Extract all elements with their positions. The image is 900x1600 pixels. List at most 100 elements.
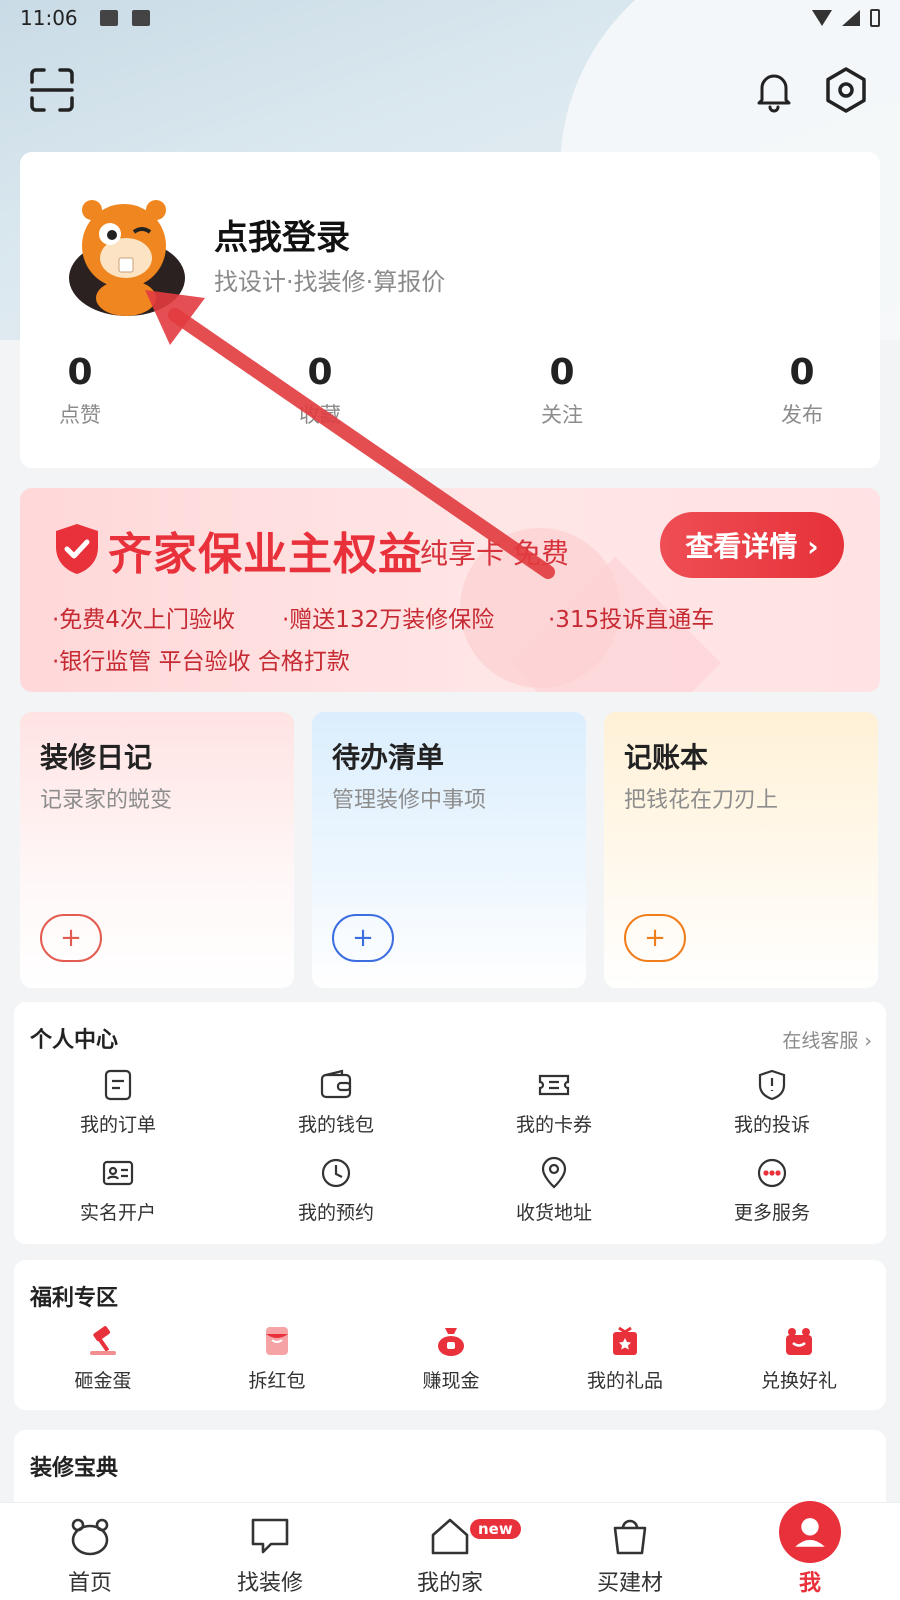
promo-subtitle: 纯享卡 免费 bbox=[420, 537, 569, 570]
profile-card: 点我登录 找设计·找装修·算报价 0 点赞 0 收藏 0 关注 0 发布 bbox=[20, 152, 880, 468]
login-title[interactable]: 点我登录 bbox=[214, 210, 350, 259]
stat-label: 发布 bbox=[781, 403, 823, 427]
clock-icon bbox=[321, 1158, 351, 1188]
stat-label: 点赞 bbox=[59, 403, 101, 427]
menu-item-label: 我的预约 bbox=[297, 1202, 374, 1224]
tool-subtitle: 记录家的蜕变 bbox=[40, 788, 173, 813]
menu-item-realname[interactable]: 实名开户 bbox=[43, 1156, 193, 1225]
stat-value: 0 bbox=[67, 352, 93, 393]
login-subtitle: 找设计·找装修·算报价 bbox=[214, 268, 446, 296]
shield-check-icon bbox=[56, 524, 98, 574]
personal-center-section: 个人中心 在线客服 › 我的订单 我的钱包 我的卡券 我的投诉 实名开户 我的预… bbox=[14, 1002, 886, 1244]
wifi-icon bbox=[812, 10, 832, 26]
tab-label: 首页 bbox=[67, 1571, 112, 1596]
tool-card-todo[interactable]: 待办清单 管理装修中事项 + bbox=[312, 712, 586, 988]
menu-item-label: 我的卡券 bbox=[515, 1114, 592, 1136]
me-active-icon bbox=[779, 1501, 841, 1563]
tab-label: 我的家 bbox=[416, 1571, 483, 1596]
status-bar: 11:06 bbox=[0, 0, 900, 36]
menu-item-more[interactable]: 更多服务 bbox=[697, 1156, 847, 1225]
welfare-item-egg[interactable]: 砸金蛋 bbox=[28, 1324, 178, 1393]
welfare-label: 兑换好礼 bbox=[760, 1370, 837, 1392]
id-card-icon bbox=[102, 1160, 134, 1186]
stat-favorites[interactable]: 0 收藏 bbox=[260, 352, 380, 429]
welfare-label: 砸金蛋 bbox=[74, 1370, 132, 1392]
menu-item-label: 我的投诉 bbox=[733, 1114, 810, 1136]
section-title: 个人中心 bbox=[30, 1028, 119, 1053]
welfare-item-cash[interactable]: 赚现金 bbox=[376, 1324, 526, 1393]
tab-label: 找装修 bbox=[236, 1571, 303, 1596]
money-bag-icon bbox=[438, 1328, 464, 1356]
welfare-section: 福利专区 砸金蛋 拆红包 赚现金 我的礼品 兑换好礼 bbox=[14, 1260, 886, 1410]
tool-title: 待办清单 bbox=[332, 741, 445, 774]
exchange-gift-icon bbox=[786, 1328, 812, 1355]
new-badge: new bbox=[470, 1519, 521, 1539]
tool-subtitle: 把钱花在刀刃上 bbox=[624, 788, 779, 813]
welfare-label: 赚现金 bbox=[422, 1370, 480, 1392]
promo-banner[interactable]: 齐家保业主权益 纯享卡 免费 查看详情 › ·免费4次上门验收 ·赠送132万装… bbox=[20, 488, 880, 692]
menu-item-label: 收货地址 bbox=[515, 1202, 592, 1224]
gift-icon bbox=[613, 1326, 637, 1355]
coupon-icon bbox=[538, 1074, 570, 1096]
bear-home-icon bbox=[71, 1518, 109, 1556]
tool-card-ledger[interactable]: 记账本 把钱花在刀刃上 + bbox=[604, 712, 878, 988]
complaint-icon bbox=[758, 1069, 786, 1101]
promo-feature: ·免费4次上门验收 bbox=[52, 607, 235, 633]
house-icon bbox=[431, 1518, 469, 1555]
add-todo-button[interactable]: + bbox=[332, 914, 394, 962]
scan-icon[interactable] bbox=[28, 66, 76, 114]
menu-item-label: 实名开户 bbox=[79, 1202, 156, 1224]
menu-item-appointments[interactable]: 我的预约 bbox=[261, 1156, 411, 1225]
welfare-item-gifts[interactable]: 我的礼品 bbox=[550, 1324, 700, 1393]
chat-bubble-icon bbox=[251, 1518, 289, 1554]
tab-my-home[interactable]: 我的家 new bbox=[390, 1513, 521, 1597]
stat-value: 0 bbox=[549, 352, 575, 393]
stat-value: 0 bbox=[307, 352, 333, 393]
menu-item-orders[interactable]: 我的订单 bbox=[43, 1068, 193, 1137]
menu-item-label: 更多服务 bbox=[733, 1202, 810, 1224]
menu-item-complaints[interactable]: 我的投诉 bbox=[697, 1068, 847, 1137]
menu-item-address[interactable]: 收货地址 bbox=[479, 1156, 629, 1225]
bottom-tab-bar: 首页 找装修 我的家 new 买建材 我 bbox=[0, 1501, 900, 1600]
menu-item-coupons[interactable]: 我的卡券 bbox=[479, 1068, 629, 1137]
promo-feature: ·315投诉直通车 bbox=[548, 607, 715, 633]
menu-item-label: 我的钱包 bbox=[297, 1114, 374, 1136]
menu-item-wallet[interactable]: 我的钱包 bbox=[261, 1068, 411, 1137]
welfare-label: 拆红包 bbox=[248, 1370, 306, 1392]
tool-card-diary[interactable]: 装修日记 记录家的蜕变 + bbox=[20, 712, 294, 988]
tab-building-materials[interactable]: 买建材 bbox=[570, 1513, 690, 1597]
add-diary-button[interactable]: + bbox=[40, 914, 102, 962]
stat-value: 0 bbox=[789, 352, 815, 393]
status-time: 11:06 bbox=[20, 6, 78, 30]
bell-icon[interactable] bbox=[750, 66, 798, 114]
battery-icon bbox=[870, 9, 880, 27]
online-service-link[interactable]: 在线客服 › bbox=[782, 1026, 872, 1053]
hammer-icon bbox=[90, 1326, 116, 1355]
tab-label: 我 bbox=[798, 1571, 821, 1596]
app-notification-icon bbox=[131, 10, 150, 26]
section-title: 福利专区 bbox=[30, 1286, 119, 1311]
shopping-bag-icon bbox=[613, 1519, 647, 1555]
welfare-item-redpacket[interactable]: 拆红包 bbox=[202, 1324, 352, 1393]
view-details-button[interactable]: 查看详情 › bbox=[660, 512, 844, 578]
signal-icon bbox=[842, 10, 860, 26]
tool-title: 装修日记 bbox=[40, 741, 153, 774]
tab-home[interactable]: 首页 bbox=[30, 1513, 150, 1597]
add-ledger-button[interactable]: + bbox=[624, 914, 686, 962]
stat-posts[interactable]: 0 发布 bbox=[742, 352, 862, 429]
person-icon bbox=[795, 1518, 825, 1547]
image-notification-icon bbox=[99, 10, 118, 26]
promo-feature: ·赠送132万装修保险 bbox=[282, 607, 495, 633]
welfare-item-exchange[interactable]: 兑换好礼 bbox=[724, 1324, 874, 1393]
promo-title: 齐家保业主权益 bbox=[108, 529, 423, 580]
avatar[interactable] bbox=[62, 188, 192, 318]
location-icon bbox=[541, 1156, 567, 1189]
section-title: 装修宝典 bbox=[30, 1456, 119, 1481]
stat-likes[interactable]: 0 点赞 bbox=[20, 352, 140, 429]
tab-me[interactable]: 我 bbox=[750, 1501, 870, 1597]
stat-label: 收藏 bbox=[299, 403, 341, 427]
stat-following[interactable]: 0 关注 bbox=[502, 352, 622, 429]
order-icon bbox=[104, 1069, 132, 1101]
tab-find-renovation[interactable]: 找装修 bbox=[210, 1513, 330, 1597]
settings-icon[interactable] bbox=[822, 66, 870, 114]
